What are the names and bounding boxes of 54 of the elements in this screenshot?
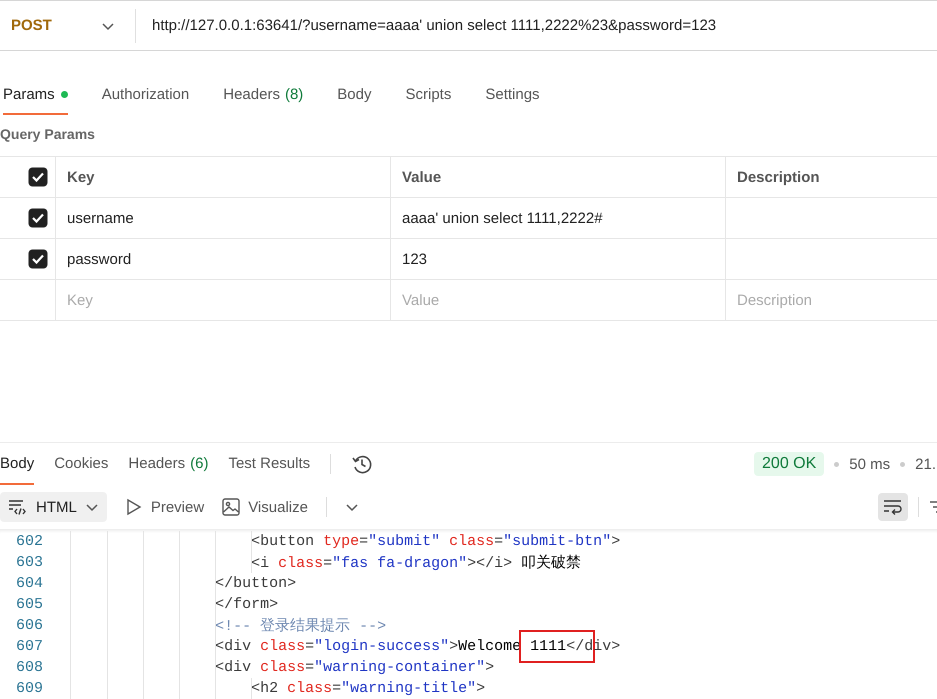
response-tab[interactable]: Headers (6) [128,443,208,485]
line-number: 608 [15,659,44,676]
checkbox-checked[interactable] [28,208,48,228]
input-field[interactable]: Description [737,292,937,308]
input-field[interactable]: Key [67,292,390,308]
column-header: Key [55,157,390,197]
view-button[interactable]: Visualize [222,498,308,516]
history-icon[interactable] [351,453,374,475]
table-cell: username [55,198,390,238]
code-line: <h2 class="warning-title"> [251,680,486,697]
code-line: </form> [215,596,278,613]
code-line: </button> [215,575,296,592]
wrap-lines-button[interactable] [878,493,908,521]
image-icon [222,498,240,516]
line-number: 606 [15,617,44,634]
code-lines-icon [8,499,28,515]
line-number: 609 [15,680,44,697]
view-button[interactable]: Preview [124,498,204,516]
highlight-rectangle: 1111</d [519,630,596,663]
play-icon [124,498,143,516]
url-field[interactable]: http://127.0.0.1:63641/?username=aaaa' union select 1111,2222%23&password=123 [136,10,937,40]
format-dropdown[interactable]: HTML [0,492,107,522]
column-header: Value [390,157,725,197]
column-header: Description [725,157,937,197]
request-tab[interactable]: Params [3,75,68,115]
table-cell: aaaa' union select 1111,2222# [390,198,725,238]
code-line: <div class="warning-container"> [215,659,494,676]
checkbox-checked[interactable] [28,249,48,269]
code-line: <i class="fas fa-dragon"></i> 叩关破禁 [251,554,582,572]
response-time: 50 ms [849,456,890,472]
line-number: 605 [15,596,44,613]
response-tab[interactable]: Test Results [228,443,310,485]
status-badge: 200 OK [754,452,824,476]
line-number: 602 [15,533,44,550]
line-number: 603 [15,554,44,571]
request-tab[interactable]: Body [337,75,372,115]
request-tab[interactable]: Settings [485,75,540,115]
line-number: 604 [15,575,44,592]
request-tab[interactable]: Scripts [406,75,452,115]
table-cell: password [55,239,390,279]
code-line: <button type="submit" class="submit-btn"> [251,533,620,550]
wrap-lines-icon [883,498,903,516]
method-dropdown[interactable]: POST [0,8,136,42]
table-cell: 123 [390,239,725,279]
input-field[interactable]: Value [402,292,725,308]
code-line: <!-- 登录结果提示 --> [215,616,386,635]
request-tab[interactable]: Headers (8) [223,75,304,115]
request-tab[interactable]: Authorization [102,75,190,115]
checkbox-checked[interactable] [28,167,48,187]
response-tab[interactable]: Body [0,443,34,485]
line-number: 607 [15,638,44,655]
section-title: Query Params [0,125,96,144]
response-size: 21. [915,456,936,472]
response-tab[interactable]: Cookies [54,443,108,485]
